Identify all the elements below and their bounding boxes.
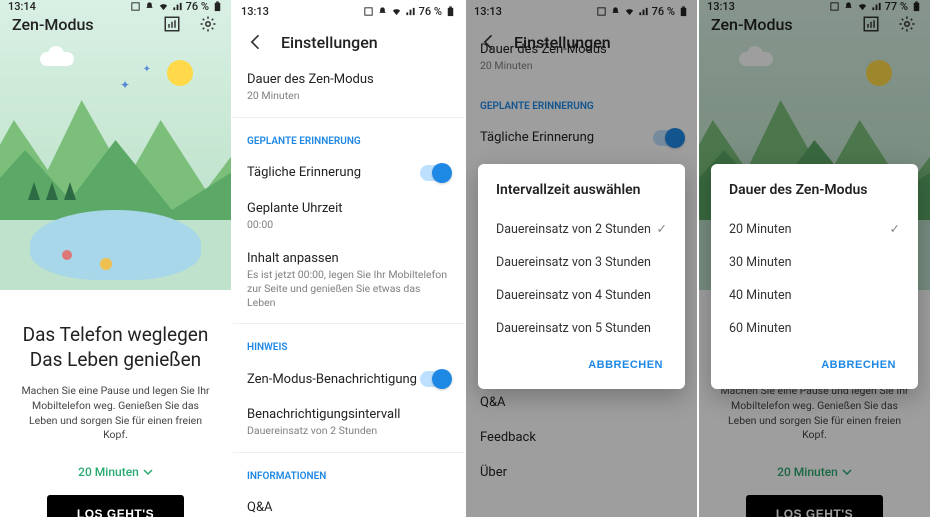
hero-illustration: ✦ ✦ (0, 0, 231, 290)
battery-text: 76 % (186, 0, 209, 13)
battery-icon (445, 6, 456, 17)
option-label: 40 Minuten (729, 288, 792, 303)
option-label: Dauereinsatz von 2 Stunden (496, 222, 651, 237)
nfc-icon (363, 6, 374, 17)
setting-daily-reminder[interactable]: Tägliche Erinnerung (247, 155, 450, 191)
option-label: Dauereinsatz von 5 Stunden (496, 321, 651, 336)
setting-label: Geplante Uhrzeit (247, 201, 450, 216)
cancel-button[interactable]: ABBRECHEN (817, 351, 900, 379)
cancel-button[interactable]: ABBRECHEN (584, 351, 667, 379)
duration-selector[interactable]: 20 Minuten (78, 465, 153, 479)
setting-value: 00:00 (247, 218, 450, 232)
wifi-icon (158, 1, 169, 12)
setting-label: Dauer des Zen-Modus (247, 72, 450, 87)
interval-dialog: Intervallzeit auswählen Dauereinsatz von… (478, 164, 685, 389)
dialog-option[interactable]: 20 Minuten ✓ (729, 212, 900, 246)
setting-label: Q&A (247, 500, 450, 515)
clock-text: 13:13 (241, 5, 269, 18)
screen-duration-dialog: 13:13 77 % Zen-Modus Das Telefon weglege… (699, 0, 930, 517)
setting-label: Inhalt anpassen (247, 251, 450, 266)
dialog-option[interactable]: 60 Minuten (729, 312, 900, 345)
divider (233, 323, 464, 324)
setting-content-adjust[interactable]: Inhalt anpassen Es ist jetzt 00:00, lege… (247, 241, 450, 319)
divider (233, 452, 464, 453)
section-header: GEPLANTE ERINNERUNG (247, 136, 450, 147)
stats-icon[interactable] (161, 13, 183, 35)
clock-text: 13:14 (8, 0, 36, 13)
setting-value: 20 Minuten (247, 89, 450, 103)
status-bar: 13:14 76 % (0, 0, 231, 13)
dialog-title: Dauer des Zen-Modus (729, 182, 900, 198)
bell-icon (377, 6, 388, 17)
toggle-switch[interactable] (420, 165, 450, 181)
option-label: Dauereinsatz von 4 Stunden (496, 288, 651, 303)
wifi-icon (391, 6, 402, 17)
dialog-option[interactable]: Dauereinsatz von 5 Stunden (496, 312, 667, 345)
nfc-icon (130, 1, 141, 12)
check-icon: ✓ (657, 221, 667, 237)
toggle-switch[interactable] (420, 371, 450, 387)
setting-planned-time[interactable]: Geplante Uhrzeit 00:00 (247, 191, 450, 242)
battery-text: 76 % (419, 5, 442, 18)
dialog-option[interactable]: 40 Minuten (729, 279, 900, 312)
divider (233, 117, 464, 118)
setting-label: Benachrichtigungsintervall (247, 407, 450, 422)
page-title: Einstellungen (281, 33, 452, 52)
signal-icon (405, 6, 416, 17)
dialog-title: Intervallzeit auswählen (496, 182, 667, 198)
status-bar: 13:13 76 % (233, 0, 464, 22)
start-button[interactable]: LOS GEHT'S (47, 495, 184, 517)
lake-icon (30, 210, 201, 280)
section-header: HINWEIS (247, 342, 450, 353)
check-icon: ✓ (890, 221, 900, 237)
title-bar: Einstellungen (233, 22, 464, 62)
battery-icon (212, 1, 223, 12)
setting-label: Tägliche Erinnerung (247, 165, 361, 180)
option-label: 60 Minuten (729, 321, 792, 336)
bell-icon (144, 1, 155, 12)
setting-duration[interactable]: Dauer des Zen-Modus 20 Minuten (247, 62, 450, 113)
person-icon (62, 250, 72, 260)
setting-value: Es ist jetzt 00:00, legen Sie Ihr Mobilt… (247, 268, 450, 309)
dialog-option[interactable]: Dauereinsatz von 4 Stunden (496, 279, 667, 312)
section-header: INFORMATIONEN (247, 471, 450, 482)
option-label: 30 Minuten (729, 255, 792, 270)
setting-value: Dauereinsatz von 2 Stunden (247, 424, 450, 438)
option-label: Dauereinsatz von 3 Stunden (496, 255, 651, 270)
setting-label: Zen-Modus-Benachrichtigung (247, 372, 417, 387)
person-icon (100, 258, 112, 270)
gear-icon[interactable] (197, 13, 219, 35)
option-label: 20 Minuten (729, 222, 792, 237)
screen-settings: 13:13 76 % Einstellungen Dauer des Zen-M… (233, 0, 464, 517)
duration-dialog: Dauer des Zen-Modus 20 Minuten ✓ 30 Minu… (711, 164, 918, 389)
chevron-down-icon (143, 467, 153, 477)
page-title: Zen-Modus (12, 15, 147, 34)
headline-subtitle: Machen Sie eine Pause und legen Sie Ihr … (18, 384, 213, 443)
duration-text: 20 Minuten (78, 465, 139, 479)
setting-qa[interactable]: Q&A (247, 490, 450, 517)
setting-zen-notification[interactable]: Zen-Modus-Benachrichtigung (247, 361, 450, 397)
dialog-option[interactable]: Dauereinsatz von 2 Stunden ✓ (496, 212, 667, 246)
headline-line: Das Telefon weglegen (18, 323, 213, 348)
trees-icon (28, 182, 76, 200)
signal-icon (172, 1, 183, 12)
screen-zen-home: ✦ ✦ 13:14 76 % (0, 0, 231, 517)
headline-line: Das Leben genießen (18, 348, 213, 373)
back-icon[interactable] (245, 31, 267, 53)
setting-notification-interval[interactable]: Benachrichtigungsintervall Dauereinsatz … (247, 397, 450, 448)
title-bar: Zen-Modus (0, 13, 231, 35)
dialog-option[interactable]: 30 Minuten (729, 246, 900, 279)
screen-interval-dialog: 13:13 76 % Einstellungen Dauer des Zen-M… (466, 0, 697, 517)
dialog-option[interactable]: Dauereinsatz von 3 Stunden (496, 246, 667, 279)
headline: Das Telefon weglegen Das Leben genießen (18, 323, 213, 372)
